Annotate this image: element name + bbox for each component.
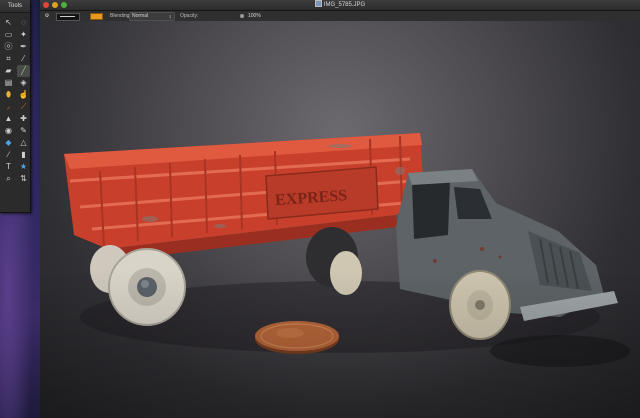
document-title-text: IMG_5785.JPG (323, 2, 366, 8)
blending-value: Normal (132, 13, 149, 19)
chevron-updown-icon: ⇕ (168, 14, 172, 19)
pen-icon[interactable]: ✒ (17, 41, 30, 53)
eyedropper-icon[interactable]: ⁄ (17, 53, 30, 65)
stamp-icon[interactable]: ▲ (2, 113, 15, 125)
burn-icon[interactable]: ⟋ (17, 101, 30, 113)
shape-icon[interactable]: ▮ (17, 149, 30, 161)
window-titlebar[interactable]: IMG_5785.JPG (40, 0, 640, 11)
smudge-icon[interactable]: ☝ (17, 89, 30, 101)
gear-icon[interactable]: ⚙ (43, 11, 51, 21)
text-icon[interactable]: T (2, 161, 15, 173)
blending-label: Blending: (110, 13, 131, 19)
blob-icon[interactable]: ⬮ (2, 89, 15, 101)
opacity-label: Opacity: (180, 13, 199, 19)
cab-shadow (490, 335, 630, 367)
tools-panel: Tools ↖ ◌ ▭ ✦ ⓞ ✒ ⌗ ⁄ ▰ ╱ ▤ ◈ ⬮ ☝ ⸝ ⟋ ▲ ✚ ◉ ✎ ◆ △ ∕ ▮ T ★ ⌕ ⇅ (0, 0, 31, 213)
drop-icon[interactable]: ◆ (2, 137, 15, 149)
crop-icon[interactable]: ⌗ (2, 53, 15, 65)
line-icon[interactable]: ∕ (2, 149, 15, 161)
blending-select[interactable]: Normal ⇕ (129, 12, 175, 21)
opacity-value: 100% (248, 13, 261, 19)
brush-size-preview[interactable] (56, 13, 80, 21)
rect-select-icon[interactable]: ▭ (2, 29, 15, 41)
brush-icon[interactable]: ╱ (17, 65, 30, 77)
heal-icon[interactable]: ✚ (17, 113, 30, 125)
color-swap-icon[interactable]: ⇅ (17, 173, 30, 185)
document-title: IMG_5785.JPG (40, 0, 640, 10)
eraser-icon[interactable]: ▰ (2, 65, 15, 77)
trailer: EXPRESS (64, 133, 424, 261)
tools-panel-title: Tools (0, 0, 30, 13)
star-icon[interactable]: ★ (17, 161, 30, 173)
image-window: IMG_5785.JPG ⚙ Blending: Normal ⇕ Opacity… (40, 0, 640, 418)
cab-front-wheel (449, 270, 511, 340)
penny (255, 321, 339, 354)
arrow-icon[interactable]: ↖ (2, 17, 15, 29)
tool-grid: ↖ ◌ ▭ ✦ ⓞ ✒ ⌗ ⁄ ▰ ╱ ▤ ◈ ⬮ ☝ ⸝ ⟋ ▲ ✚ ◉ ✎ ◆ △ ∕ ▮ T ★ ⌕ ⇅ (0, 13, 30, 185)
magic-wand-icon[interactable]: ✦ (17, 29, 30, 41)
lasso-icon[interactable]: ⓞ (2, 41, 15, 53)
paintbrush-icon[interactable]: ⸝ (2, 101, 15, 113)
ellipse-select-icon[interactable]: ◌ (17, 17, 30, 29)
zoom-icon[interactable]: ⌕ (2, 173, 15, 185)
image-canvas[interactable]: EXPRESS (40, 21, 640, 418)
pencil-icon[interactable]: ✎ (17, 125, 30, 137)
sharpen-icon[interactable]: △ (17, 137, 30, 149)
opacity-slider-knob[interactable] (240, 14, 244, 18)
image-file-icon (314, 0, 322, 7)
color-swatch[interactable] (90, 13, 103, 20)
gradient-icon[interactable]: ▤ (2, 77, 15, 89)
eye-icon[interactable]: ◉ (2, 125, 15, 137)
toy-truck-photo: EXPRESS (64, 133, 630, 367)
fill-bucket-icon[interactable]: ◈ (17, 77, 30, 89)
